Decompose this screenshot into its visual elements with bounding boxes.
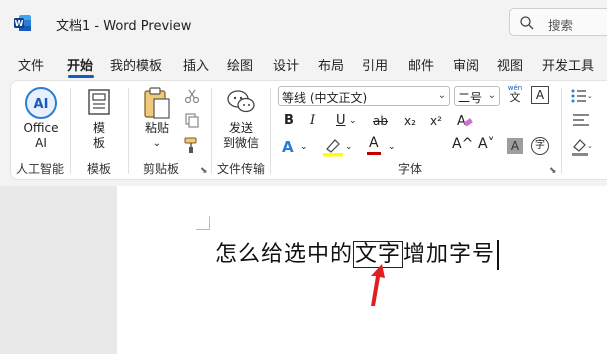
page-margin-marker — [196, 216, 210, 230]
pinyin-guide-button[interactable]: wén 文 — [506, 84, 524, 104]
tab-my-templates[interactable]: 我的模板 — [110, 55, 162, 74]
tab-file[interactable]: 文件 — [18, 55, 44, 74]
paste-button[interactable]: 粘贴 ⌄ — [142, 121, 172, 151]
group-label-template: 模板 — [87, 162, 112, 176]
font-size-value: 二号 — [458, 91, 483, 105]
paste-icon — [144, 87, 170, 119]
tab-draw[interactable]: 绘图 — [227, 55, 253, 74]
tab-insert[interactable]: 插入 — [183, 55, 209, 74]
tab-design[interactable]: 设计 — [273, 55, 299, 74]
align-left-icon[interactable] — [572, 112, 590, 128]
character-border-button[interactable]: A — [531, 86, 549, 104]
enclose-characters-button[interactable]: 字 — [531, 137, 549, 155]
office-ai-icon: AI — [25, 87, 57, 119]
template-label-2: 板 — [92, 136, 105, 150]
svg-text:W: W — [15, 19, 24, 28]
document-paragraph[interactable]: 怎么给选中的文字增加字号 — [215, 236, 499, 270]
send-to-wechat-button[interactable]: 发送 到微信 — [220, 121, 262, 151]
cut-icon[interactable] — [184, 88, 200, 104]
template-icon — [88, 89, 110, 115]
group-divider — [270, 88, 271, 174]
svg-text:⌄: ⌄ — [587, 92, 592, 100]
svg-text:AI: AI — [34, 97, 49, 112]
send-label-2: 到微信 — [222, 136, 259, 150]
svg-text:⌄: ⌄ — [587, 142, 592, 150]
text-effects-button[interactable]: A — [282, 139, 294, 155]
chevron-down-icon: ⌄ — [152, 138, 162, 149]
format-painter-icon[interactable] — [183, 136, 201, 154]
grow-font-button[interactable]: A^ — [452, 136, 473, 152]
ribbon-tabs: 文件 开始 我的模板 插入 绘图 设计 布局 引用 邮件 审阅 视图 开发工具 — [0, 50, 607, 76]
text-before-selection: 怎么给选中的 — [215, 242, 354, 267]
bullets-icon[interactable]: ⌄ — [570, 88, 592, 104]
superscript-button[interactable]: x² — [430, 113, 442, 129]
shrink-font-button[interactable]: A˅ — [478, 136, 495, 152]
group-divider — [128, 88, 129, 174]
font-dialog-launcher-icon[interactable]: ⬊ — [549, 166, 557, 176]
chevron-down-icon[interactable]: ⌄ — [349, 113, 357, 129]
group-label-file-transfer: 文件传输 — [217, 162, 266, 176]
office-ai-button[interactable]: Office AI — [22, 121, 60, 151]
document-title: 文档1 - Word Preview — [56, 19, 192, 34]
word-app-icon: W — [14, 15, 31, 31]
tab-review[interactable]: 审阅 — [453, 55, 479, 74]
copy-icon[interactable] — [184, 112, 200, 128]
group-label-font: 字体 — [398, 162, 423, 176]
paragraph-shading-icon[interactable]: ⌄ — [570, 137, 592, 157]
tab-references[interactable]: 引用 — [362, 55, 388, 74]
clipboard-dialog-launcher-icon[interactable]: ⬊ — [200, 166, 208, 176]
search-icon — [520, 16, 534, 30]
search-input[interactable]: 搜索 — [509, 8, 607, 36]
strikethrough-button[interactable]: ab — [373, 113, 388, 129]
template-label-1: 模 — [92, 121, 105, 135]
search-placeholder: 搜索 — [548, 18, 574, 33]
chevron-down-icon: ⌄ — [487, 90, 496, 101]
group-divider — [211, 88, 212, 174]
svg-text:A: A — [457, 114, 466, 129]
tab-developer[interactable]: 开发工具 — [542, 55, 594, 74]
chevron-down-icon[interactable]: ⌄ — [345, 139, 353, 155]
pinyin-char: 文 — [509, 91, 521, 104]
paste-label: 粘贴 — [144, 121, 169, 135]
template-button[interactable]: 模 板 — [88, 121, 110, 151]
font-name-select[interactable]: 等线 (中文正文) ⌄ — [278, 86, 450, 106]
font-size-select[interactable]: 二号 ⌄ — [454, 86, 500, 106]
group-divider — [70, 88, 71, 174]
group-label-ai: 人工智能 — [16, 162, 65, 176]
chevron-down-icon[interactable]: ⌄ — [388, 139, 396, 155]
office-ai-label-2: AI — [35, 136, 47, 150]
office-ai-label-1: Office — [23, 121, 59, 135]
text-after-selection: 增加字号 — [403, 242, 496, 267]
subscript-button[interactable]: x₂ — [404, 113, 416, 129]
italic-button[interactable]: I — [310, 113, 315, 129]
send-label-1: 发送 — [228, 121, 253, 135]
bold-button[interactable]: B — [284, 113, 294, 129]
tab-view[interactable]: 视图 — [497, 55, 523, 74]
group-divider — [561, 88, 562, 174]
font-name-value: 等线 (中文正文) — [282, 91, 368, 105]
text-cursor — [497, 240, 499, 270]
clear-formatting-icon[interactable]: A — [455, 111, 473, 129]
font-color-button[interactable]: A — [367, 135, 381, 155]
title-bar: W 文档1 - Word Preview 搜索 — [0, 0, 607, 46]
highlight-icon[interactable] — [322, 137, 344, 157]
chevron-down-icon[interactable]: ⌄ — [300, 139, 308, 155]
tab-home[interactable]: 开始 — [67, 55, 93, 74]
character-shading-button[interactable]: A — [507, 138, 523, 154]
annotation-arrow-icon — [371, 264, 385, 306]
tab-mailings[interactable]: 邮件 — [408, 55, 434, 74]
tab-layout[interactable]: 布局 — [318, 55, 344, 74]
wechat-send-icon — [227, 90, 255, 113]
chevron-down-icon: ⌄ — [437, 90, 446, 101]
group-label-clipboard: 剪贴板 — [143, 162, 180, 176]
underline-button[interactable]: U — [336, 113, 346, 129]
active-tab-indicator — [68, 75, 94, 78]
